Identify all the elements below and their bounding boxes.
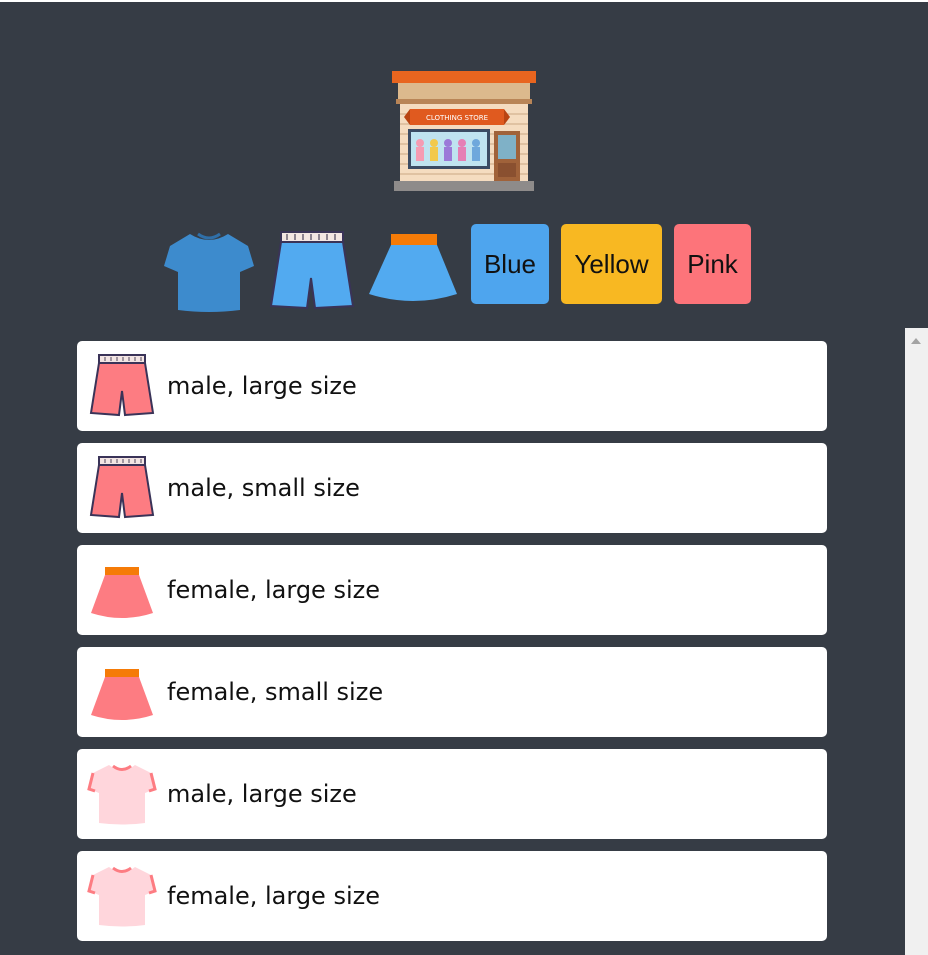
list-item[interactable]: female, small size	[77, 647, 827, 737]
item-description: female, small size	[167, 678, 384, 706]
shorts-icon	[89, 354, 155, 417]
list-item[interactable]: male, large size	[77, 341, 827, 431]
clothing-store-logo: CLOTHING STORE	[392, 71, 536, 191]
list-item[interactable]: female, large size	[77, 545, 827, 635]
tshirt-icon[interactable]	[162, 228, 256, 314]
list-item[interactable]: male, large size	[77, 749, 827, 839]
tshirt-icon	[87, 866, 157, 927]
item-description: female, large size	[167, 882, 380, 910]
list-item[interactable]: male, small size	[77, 443, 827, 533]
shorts-icon	[89, 456, 155, 519]
pink-filter-button[interactable]: Pink	[674, 224, 751, 304]
item-description: male, large size	[167, 780, 357, 808]
list-item[interactable]: female, large size	[77, 851, 827, 941]
skirt-icon[interactable]	[365, 230, 461, 306]
skirt-icon	[91, 567, 153, 618]
app-container: CLOTHING STORE Blue Yellow Pink male, la…	[0, 2, 928, 955]
skirt-icon	[91, 669, 153, 720]
scroll-up-arrow-icon[interactable]	[911, 338, 921, 344]
item-description: female, large size	[167, 576, 380, 604]
item-description: male, small size	[167, 474, 360, 502]
store-sign-text: CLOTHING STORE	[426, 114, 488, 122]
scrollbar[interactable]	[905, 328, 928, 955]
blue-filter-button[interactable]: Blue	[471, 224, 549, 304]
item-description: male, large size	[167, 372, 357, 400]
shorts-icon[interactable]	[265, 228, 359, 314]
tshirt-icon	[87, 764, 157, 825]
yellow-filter-button[interactable]: Yellow	[561, 224, 662, 304]
